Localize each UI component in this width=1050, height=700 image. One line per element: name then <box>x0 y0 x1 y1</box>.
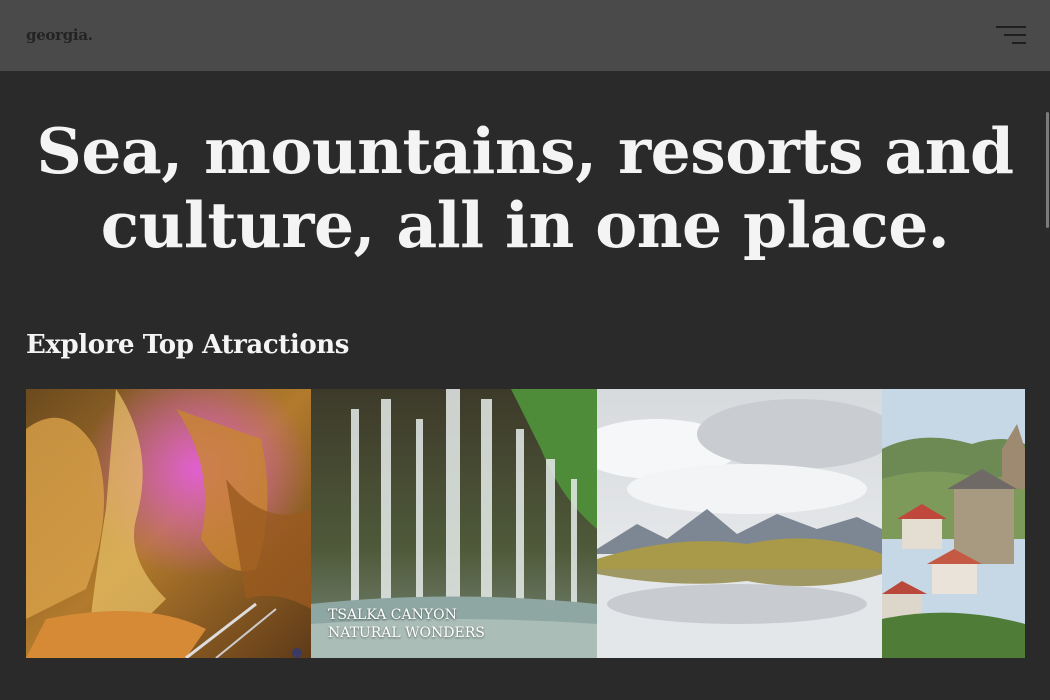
attraction-card-mountain-lake[interactable] <box>597 389 882 658</box>
attraction-card-tsalka-canyon[interactable]: TSALKA CANYON NATURAL WONDERS <box>311 389 597 658</box>
cave-image <box>26 389 311 658</box>
card-caption: TSALKA CANYON NATURAL WONDERS <box>328 606 485 642</box>
caption-line-2: NATURAL WONDERS <box>328 625 485 641</box>
attraction-card-cave[interactable] <box>26 389 311 658</box>
village-church-image <box>882 389 1025 658</box>
site-logo[interactable]: georgia. <box>26 26 93 44</box>
hero-line-2: culture, all in one place. <box>100 188 950 262</box>
section-title: Explore Top Atractions <box>26 330 350 360</box>
hero-line-1: Sea, mountains, resorts and <box>36 114 1014 188</box>
site-header: georgia. <box>0 0 1050 71</box>
caption-line-1: TSALKA CANYON <box>328 607 457 623</box>
attractions-gallery: TSALKA CANYON NATURAL WONDERS <box>26 389 1025 658</box>
hero-heading: Sea, mountains, resorts and culture, all… <box>0 114 1050 262</box>
attraction-card-village-church[interactable] <box>882 389 1025 658</box>
hamburger-menu-icon[interactable] <box>992 24 1028 48</box>
mountain-lake-image <box>597 389 882 658</box>
